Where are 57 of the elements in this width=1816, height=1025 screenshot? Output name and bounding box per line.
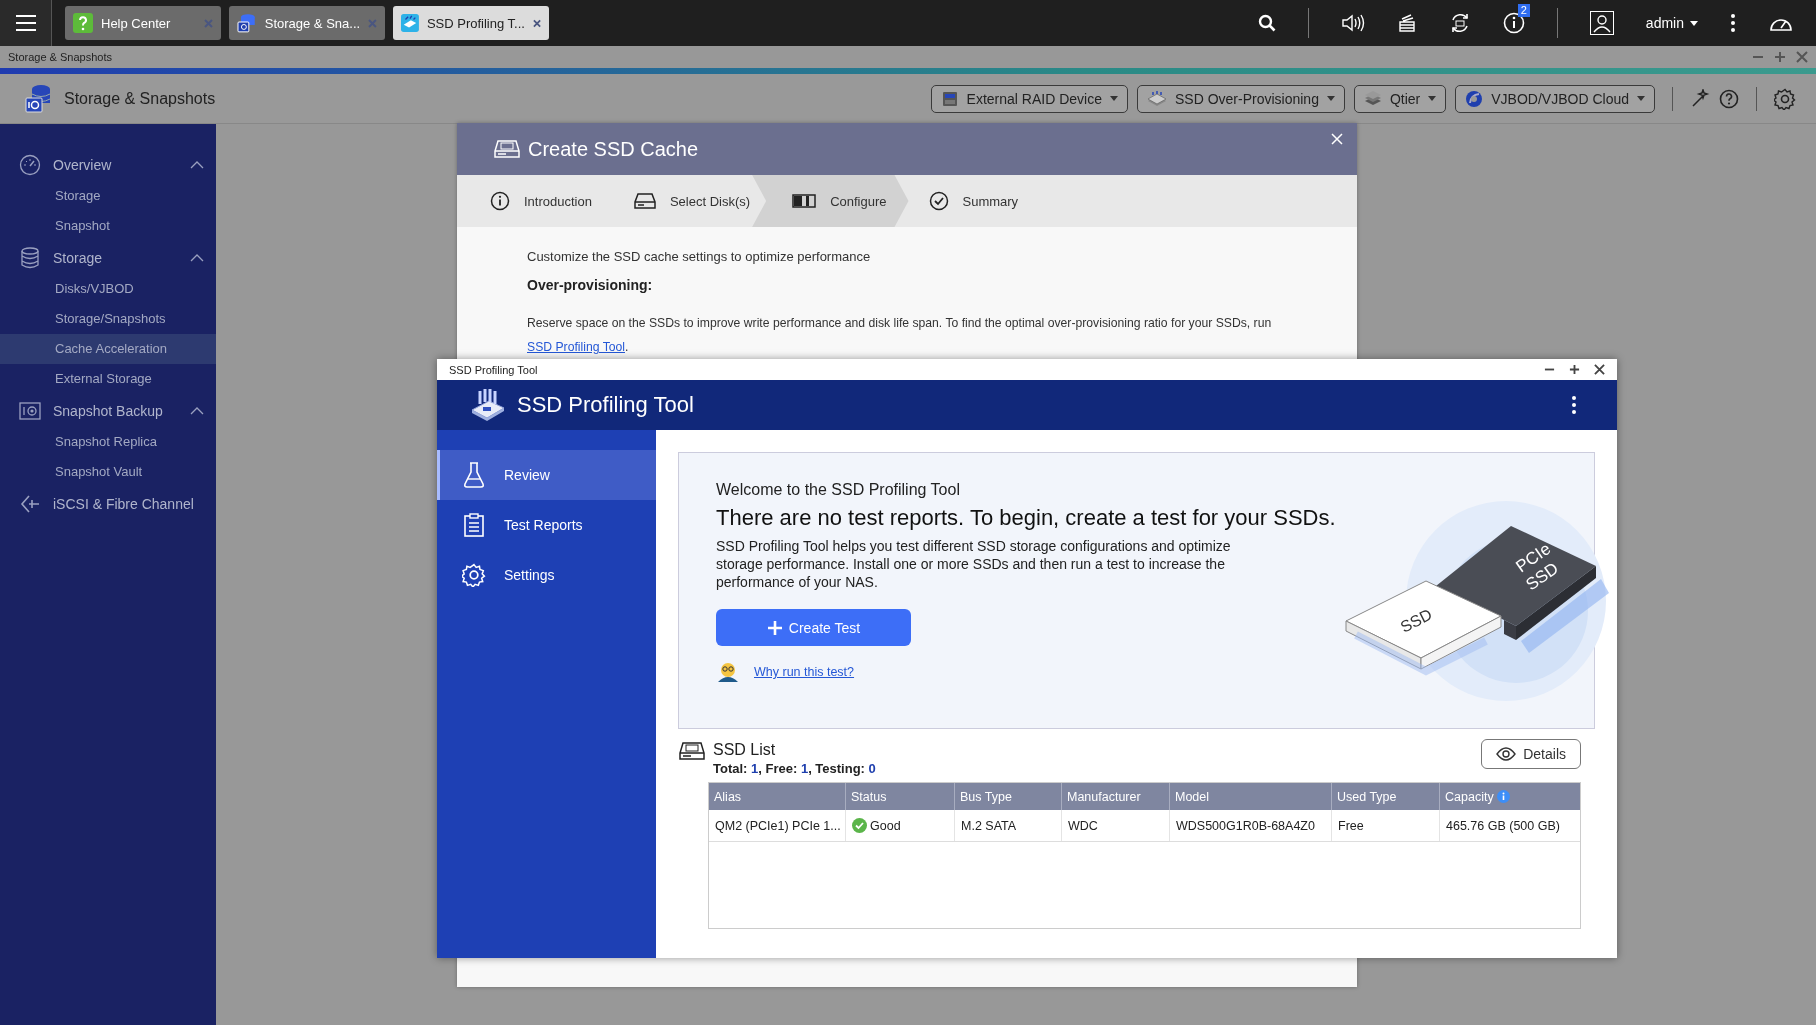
welcome-heading: Welcome to the SSD Profiling Tool bbox=[716, 481, 960, 499]
table-cell: QM2 (PCIe1) PCIe 1... bbox=[715, 818, 841, 833]
profiling-tool-link[interactable]: SSD Profiling Tool bbox=[527, 340, 625, 354]
why-link[interactable]: Why run this test? bbox=[754, 665, 855, 679]
column-header: Used Type bbox=[1337, 789, 1397, 804]
sidebar-group[interactable]: Storage bbox=[0, 241, 216, 274]
taskbar-tab[interactable]: Storage & Sna... bbox=[229, 6, 385, 40]
sidebar-item[interactable]: Storage bbox=[0, 181, 216, 211]
sidebar-item[interactable]: Snapshot Vault bbox=[0, 457, 216, 487]
sidebar-item[interactable]: Snapshot Replica bbox=[0, 427, 216, 457]
sidebar-group[interactable]: Overview bbox=[0, 148, 216, 181]
column-header: Manufacturer bbox=[1067, 789, 1141, 804]
toolbar-dropdown[interactable]: External RAID Device bbox=[930, 84, 1128, 113]
window-title: Storage & Snapshots bbox=[8, 51, 112, 63]
table-cell: M.2 SATA bbox=[961, 818, 1017, 833]
wizard-step: Configure bbox=[752, 175, 909, 227]
intro-text: Customize the SSD cache settings to optimize performance bbox=[527, 249, 872, 264]
column-header: Model bbox=[1175, 789, 1210, 804]
user-menu[interactable]: admin bbox=[1645, 15, 1698, 31]
dialog-title: Create SSD Cache bbox=[528, 137, 700, 161]
column-header: Bus Type bbox=[960, 789, 1012, 804]
notification-badge: 2 bbox=[1517, 4, 1530, 17]
sidebar-item[interactable]: Snapshot bbox=[0, 211, 216, 241]
headline: There are no test reports. To begin, create a test for your SSDs. bbox=[716, 505, 1336, 531]
description-text: Reserve space on the SSDs to improve write performance and disk life span. To find the optimal over-provisioning ratio for your SSDs, run SSD Profiling Tool. bbox=[527, 315, 1273, 356]
table-cell: Good bbox=[870, 818, 901, 833]
wizard-step: Introduction bbox=[490, 175, 614, 227]
nav-item[interactable]: Settings bbox=[437, 550, 656, 600]
app-title: Storage & Snapshots bbox=[64, 89, 216, 108]
section-title: SSD List bbox=[713, 741, 777, 759]
sidebar-item[interactable]: External Storage bbox=[0, 364, 216, 394]
table-cell: Free bbox=[1338, 818, 1364, 833]
table-cell: 465.76 GB (500 GB) bbox=[1446, 818, 1560, 833]
summary-text: Total: 1, Free: 1, Testing: 0 bbox=[713, 761, 877, 776]
nav-item[interactable]: Test Reports bbox=[437, 500, 656, 550]
column-header: Capacity bbox=[1445, 789, 1494, 804]
sidebar-item[interactable]: Disks/VJBOD bbox=[0, 274, 216, 304]
table-cell: WDS500G1R0B-68A4Z0 bbox=[1176, 818, 1315, 833]
column-header: Alias bbox=[714, 789, 742, 804]
window-title: SSD Profiling Tool bbox=[449, 363, 538, 376]
sidebar-group[interactable]: Snapshot Backup bbox=[0, 394, 216, 427]
toolbar-dropdown[interactable]: VJBOD/VJBOD Cloud bbox=[1455, 84, 1655, 113]
toolbar-dropdown[interactable]: Qtier bbox=[1353, 84, 1447, 113]
toolbar-dropdown[interactable]: SSD Over-Provisioning bbox=[1137, 84, 1345, 113]
app-title: SSD Profiling Tool bbox=[517, 392, 695, 418]
column-header: Status bbox=[851, 789, 887, 804]
sidebar-group[interactable]: iSCSI & Fibre Channel bbox=[0, 487, 216, 520]
details-button[interactable]: Details bbox=[1481, 739, 1581, 769]
table-cell: WDC bbox=[1068, 818, 1098, 833]
sidebar-item[interactable]: Storage/Snapshots bbox=[0, 304, 216, 334]
sidebar-item[interactable]: Cache Acceleration bbox=[0, 334, 216, 364]
taskbar-tab[interactable]: SSD Profiling T... bbox=[393, 6, 549, 40]
section-heading: Over-provisioning: bbox=[527, 277, 654, 293]
taskbar-tab[interactable]: Help Center bbox=[65, 6, 221, 40]
nav-item[interactable]: Review bbox=[437, 450, 656, 500]
description-text: SSD Profiling Tool helps you test different SSD storage configurations and optimize storage performance. Install one or more SSDs and then run a test to increase the performance of your NAS. bbox=[716, 537, 1232, 591]
create-test-button[interactable]: Create Test bbox=[716, 609, 911, 646]
